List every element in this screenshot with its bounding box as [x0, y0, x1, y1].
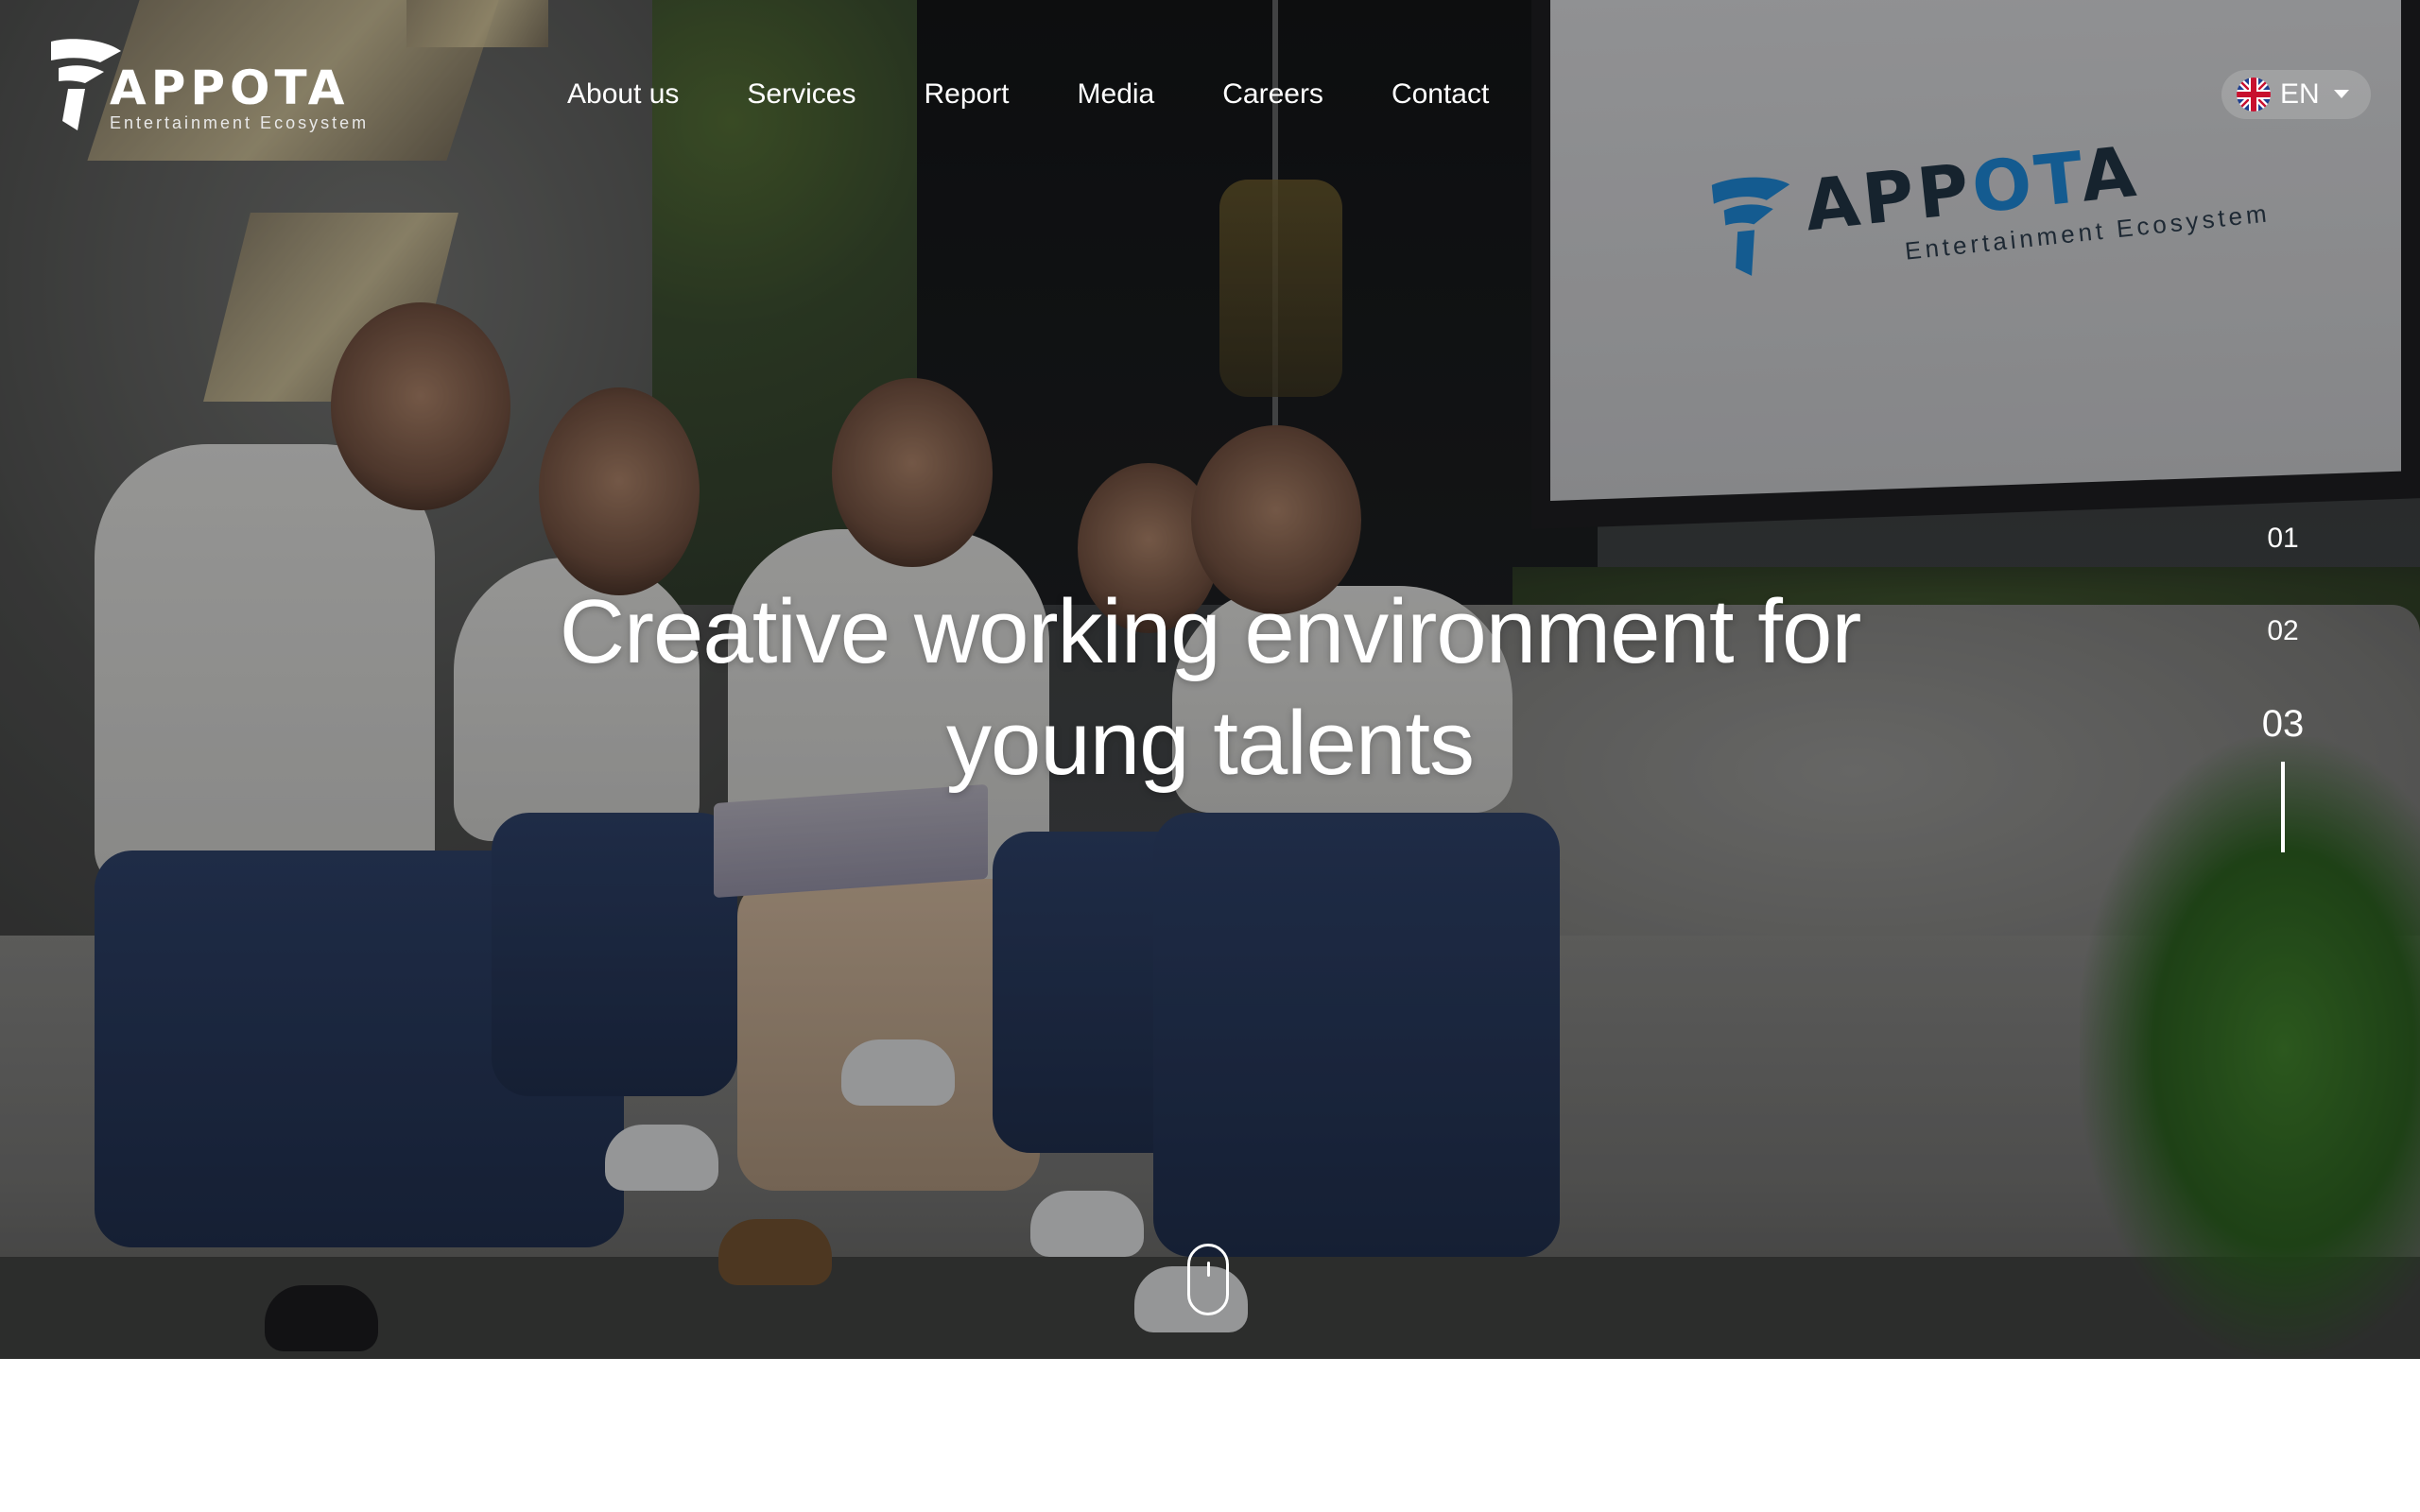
slide-pagination: 01 02 03: [2240, 510, 2325, 852]
hero-headline-line1: Creative working environment for: [559, 581, 1862, 682]
main-nav: About us Services Report Media Careers C…: [567, 74, 1557, 115]
mouse-wheel: [1207, 1262, 1210, 1277]
nav-careers[interactable]: Careers: [1222, 74, 1323, 115]
uk-flag-icon: [2237, 77, 2271, 112]
logo-brand: APPOTA: [110, 60, 350, 115]
language-selector[interactable]: EN: [2221, 70, 2371, 119]
hero-headline-line2: young talents: [945, 693, 1475, 794]
site-logo[interactable]: APPOTA Entertainment Ecosystem: [47, 38, 369, 132]
mouse-scroll-icon[interactable]: [1187, 1244, 1229, 1315]
nav-report[interactable]: Report: [924, 74, 1009, 115]
slide-indicator-02[interactable]: 02: [2240, 603, 2325, 696]
logo-tagline: Entertainment Ecosystem: [110, 113, 370, 132]
hero-headline: Creative working environment for young t…: [359, 576, 2061, 799]
nav-about-us[interactable]: About us: [567, 74, 679, 115]
slide-indicator-01[interactable]: 01: [2240, 510, 2325, 603]
nav-services[interactable]: Services: [747, 74, 856, 115]
active-slide-bar: [2281, 762, 2285, 852]
language-label: EN: [2280, 78, 2320, 110]
hero-section: APPOTA Entertainment Ecosystem APPOTA En…: [0, 0, 2420, 1359]
caret-down-icon: [2333, 90, 2349, 98]
nav-media[interactable]: Media: [1078, 74, 1155, 115]
nav-contact[interactable]: Contact: [1392, 74, 1489, 115]
